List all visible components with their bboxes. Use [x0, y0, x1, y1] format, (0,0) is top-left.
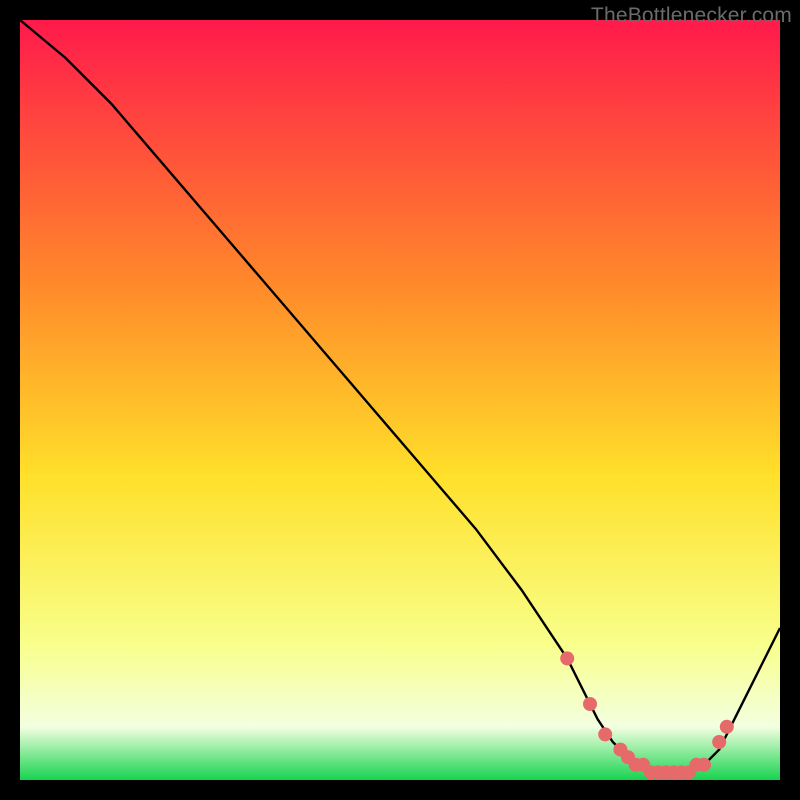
- gradient-background: [20, 20, 780, 780]
- marker-point: [584, 698, 597, 711]
- marker-point: [698, 758, 711, 771]
- marker-point: [720, 720, 733, 733]
- marker-point: [713, 736, 726, 749]
- marker-point: [599, 728, 612, 741]
- marker-point: [561, 652, 574, 665]
- attribution-label: TheBottlenecker.com: [591, 4, 792, 28]
- chart-svg: [20, 20, 780, 780]
